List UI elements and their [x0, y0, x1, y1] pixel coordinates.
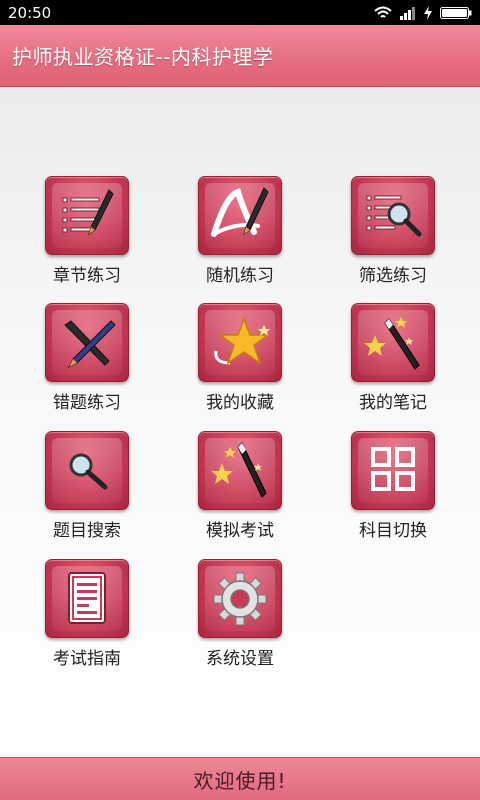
charging-icon: [424, 5, 432, 20]
menu-question-search[interactable]: 题目搜索: [27, 431, 147, 541]
menu-label: 科目切换: [359, 521, 427, 541]
list-pen-icon: [62, 188, 114, 235]
status-bar: 20:50: [0, 0, 480, 25]
cross-pens-icon: [64, 319, 116, 368]
menu-exam-guide[interactable]: 考试指南: [27, 559, 147, 669]
menu-favorites[interactable]: 我的收藏: [180, 303, 300, 413]
status-icons: [374, 5, 472, 20]
menu-label: 章节练习: [53, 266, 121, 286]
menu-system-settings[interactable]: 系统设置: [180, 559, 300, 669]
magic-wand-icon: [211, 441, 267, 498]
question-search-tile[interactable]: [45, 431, 129, 510]
document-icon: [68, 571, 106, 624]
app-header: 护师执业资格证--内科护理学: [0, 25, 480, 87]
welcome-footer: 欢迎使用!: [0, 757, 480, 800]
menu-random-practice[interactable]: 随机练习: [180, 176, 300, 286]
menu-label: 题目搜索: [53, 521, 121, 541]
menu-label: 模拟考试: [206, 521, 274, 541]
menu-label: 系统设置: [206, 649, 274, 669]
menu-mock-exam[interactable]: 模拟考试: [180, 431, 300, 541]
menu-label: 随机练习: [206, 266, 274, 286]
menu-my-notes[interactable]: 我的笔记: [333, 303, 453, 413]
signal-icon: [400, 6, 415, 20]
mock-exam-tile[interactable]: [198, 431, 282, 510]
magic-wand-icon: [364, 316, 420, 370]
menu-label: 我的笔记: [359, 393, 427, 413]
star-icon: [214, 316, 271, 365]
battery-icon: [440, 6, 472, 19]
wrong-questions-tile[interactable]: [45, 303, 129, 382]
pen-swoosh-icon: [211, 186, 269, 237]
main-menu-grid: 章节练习 随机练习 筛选练习 错题练习 我的收藏 我的笔记 题目搜索 模拟考试 …: [0, 87, 480, 757]
subject-switch-tile[interactable]: [351, 431, 435, 510]
filter-practice-tile[interactable]: [351, 176, 435, 255]
menu-subject-switch[interactable]: 科目切换: [333, 431, 453, 541]
menu-label: 考试指南: [53, 649, 121, 669]
gear-icon: [213, 572, 267, 625]
menu-wrong-questions[interactable]: 错题练习: [27, 303, 147, 413]
menu-filter-practice[interactable]: 筛选练习: [333, 176, 453, 286]
exam-guide-tile[interactable]: [45, 559, 129, 638]
chapter-practice-tile[interactable]: [45, 176, 129, 255]
random-practice-tile[interactable]: [198, 176, 282, 255]
my-notes-tile[interactable]: [351, 303, 435, 382]
menu-label: 我的收藏: [206, 393, 274, 413]
status-time: 20:50: [8, 3, 52, 22]
menu-label: 筛选练习: [359, 266, 427, 286]
grid-icon: [371, 446, 415, 491]
menu-chapter-practice[interactable]: 章节练习: [27, 176, 147, 286]
menu-label: 错题练习: [53, 393, 121, 413]
wifi-icon: [374, 6, 392, 18]
welcome-text: 欢迎使用!: [193, 768, 287, 793]
favorites-tile[interactable]: [198, 303, 282, 382]
system-settings-tile[interactable]: [198, 559, 282, 638]
magnifier-icon: [69, 453, 108, 489]
page-title: 护师执业资格证--内科护理学: [12, 45, 274, 69]
list-magnifier-icon: [366, 195, 422, 236]
